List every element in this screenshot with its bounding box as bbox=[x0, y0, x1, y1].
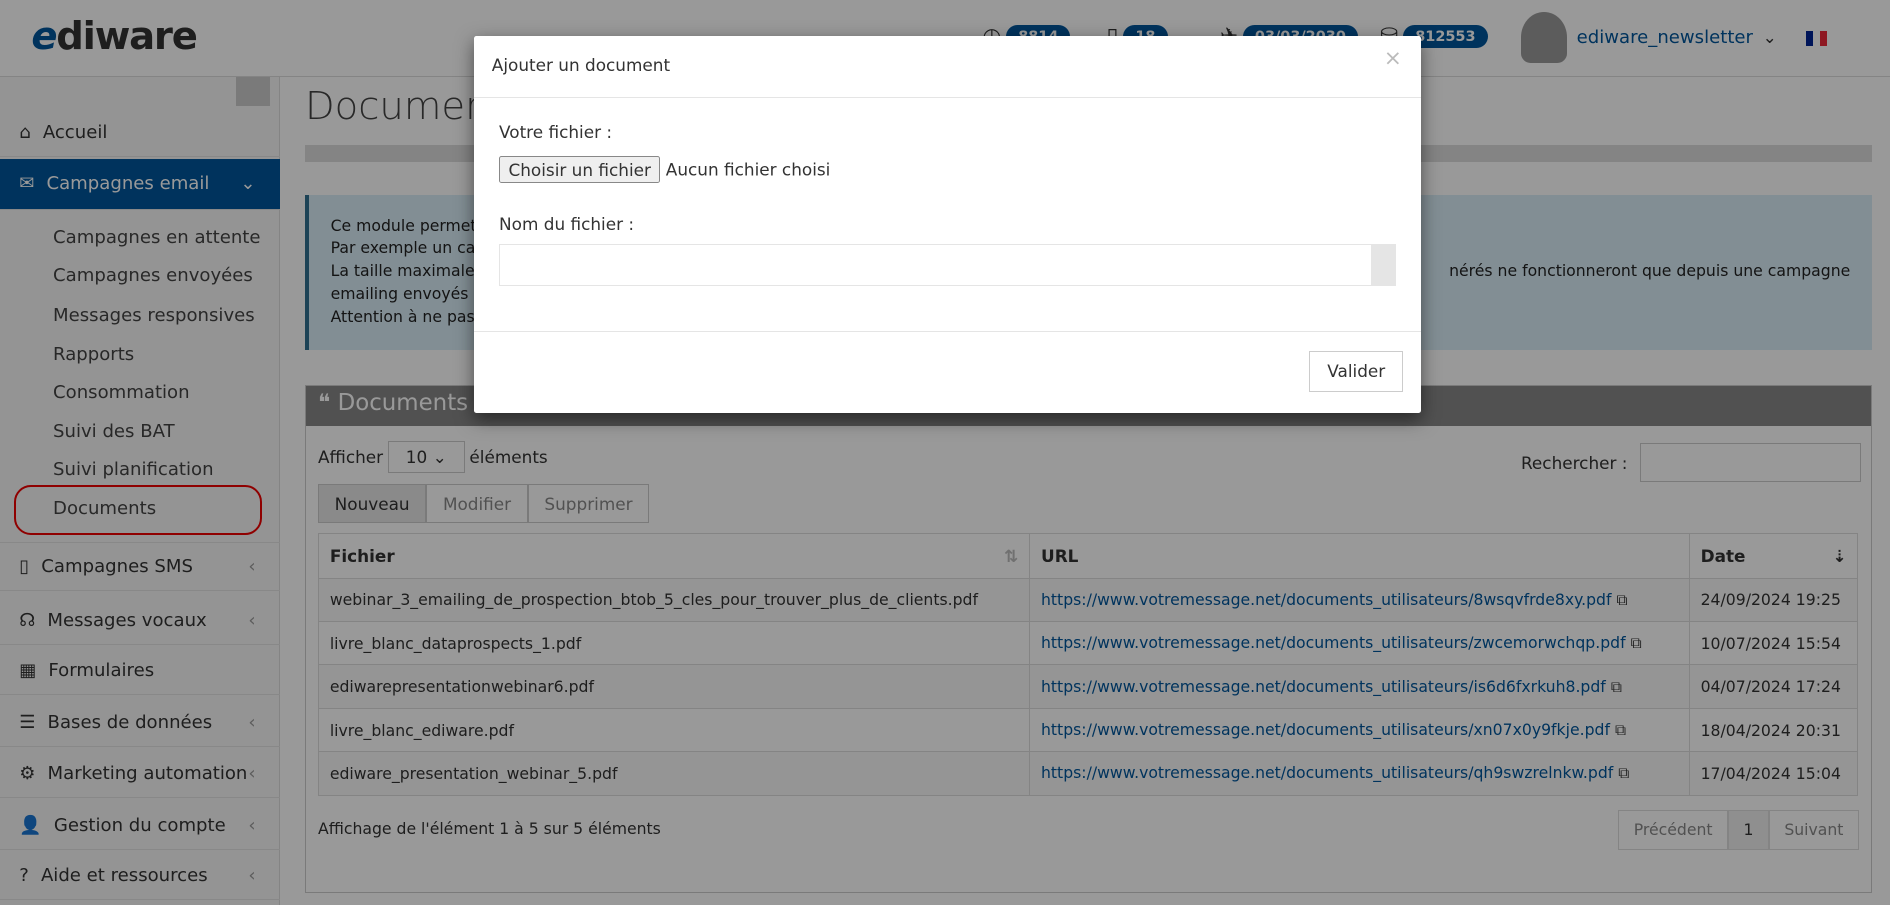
submit-button[interactable]: Valider bbox=[1309, 350, 1404, 392]
file-label: Votre fichier : bbox=[499, 121, 613, 142]
filename-label: Nom du fichier : bbox=[499, 214, 635, 235]
file-status: Aucun fichier choisi bbox=[665, 159, 831, 180]
filename-input[interactable] bbox=[499, 243, 1396, 287]
add-document-modal: Ajouter un document × Votre fichier : Cho… bbox=[473, 36, 1422, 414]
close-icon[interactable]: × bbox=[1384, 46, 1402, 71]
modal-title: Ajouter un document bbox=[491, 55, 671, 76]
choose-file-button[interactable]: Choisir un fichier bbox=[499, 156, 661, 183]
